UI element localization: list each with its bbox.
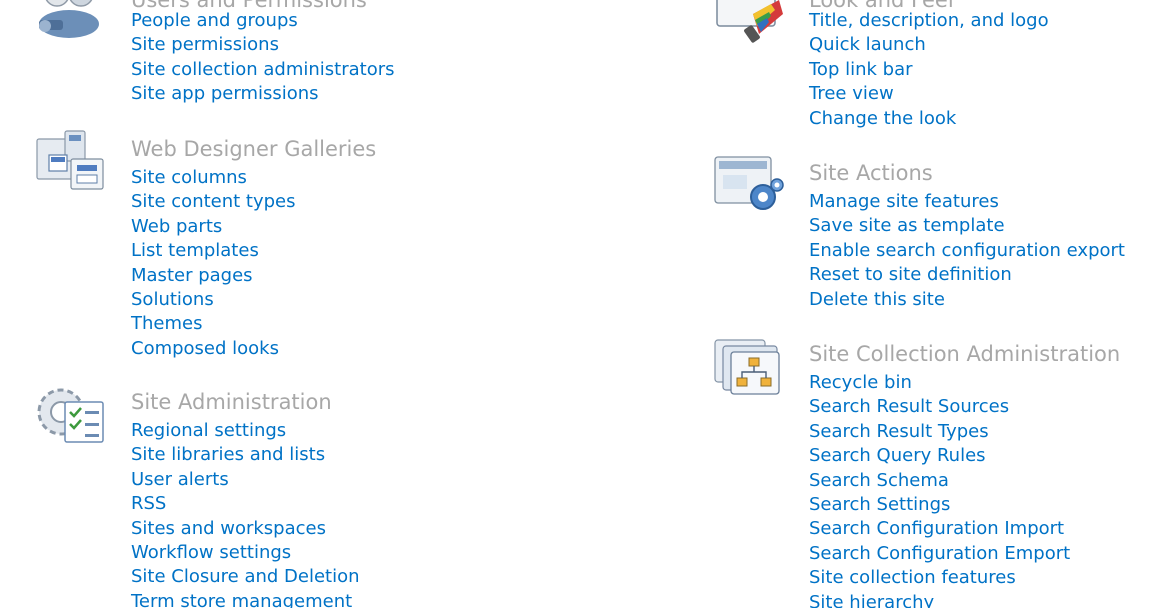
link-recycle-bin[interactable]: Recycle bin xyxy=(809,371,1070,395)
link-site-content-types[interactable]: Site content types xyxy=(131,190,296,214)
link-reset-to-site-definition[interactable]: Reset to site definition xyxy=(809,263,1125,287)
link-tree-view[interactable]: Tree view xyxy=(809,82,1049,106)
link-change-the-look[interactable]: Change the look xyxy=(809,107,1049,131)
look-and-feel-icon xyxy=(713,0,785,44)
users-permissions-links: People and groups Site permissions Site … xyxy=(131,9,394,107)
site-actions-links: Manage site features Save site as templa… xyxy=(809,190,1125,312)
link-search-result-types[interactable]: Search Result Types xyxy=(809,420,1070,444)
link-site-hierarchy[interactable]: Site hierarchy xyxy=(809,591,1070,608)
section-site-actions: Site Actions Manage site features Save s… xyxy=(713,153,1153,323)
link-workflow-settings[interactable]: Workflow settings xyxy=(131,541,360,565)
link-sites-and-workspaces[interactable]: Sites and workspaces xyxy=(131,517,360,541)
link-search-query-rules[interactable]: Search Query Rules xyxy=(809,444,1070,468)
section-title: Site Actions xyxy=(809,161,933,185)
site-administration-icon xyxy=(35,382,107,446)
section-title: Site Collection Administration xyxy=(809,342,1121,366)
link-site-collection-administrators[interactable]: Site collection administrators xyxy=(131,58,394,82)
site-actions-icon xyxy=(713,153,785,217)
link-master-pages[interactable]: Master pages xyxy=(131,264,296,288)
link-site-closure-and-deletion[interactable]: Site Closure and Deletion xyxy=(131,565,360,589)
link-search-configuration-emport[interactable]: Search Configuration Emport xyxy=(809,542,1070,566)
web-designer-galleries-icon xyxy=(35,129,107,193)
link-site-app-permissions[interactable]: Site app permissions xyxy=(131,82,394,106)
site-administration-links: Regional settings Site libraries and lis… xyxy=(131,419,360,608)
section-users-permissions: Users and Permissions People and groups … xyxy=(35,0,455,120)
section-look-and-feel: Look and Feel Title, description, and lo… xyxy=(713,0,1143,140)
link-manage-site-features[interactable]: Manage site features xyxy=(809,190,1125,214)
users-permissions-icon xyxy=(35,0,107,44)
link-title-description-logo[interactable]: Title, description, and logo xyxy=(809,9,1049,33)
look-and-feel-links: Title, description, and logo Quick launc… xyxy=(809,9,1049,131)
link-solutions[interactable]: Solutions xyxy=(131,288,296,312)
link-people-and-groups[interactable]: People and groups xyxy=(131,9,394,33)
link-search-result-sources[interactable]: Search Result Sources xyxy=(809,395,1070,419)
link-site-collection-features[interactable]: Site collection features xyxy=(809,566,1070,590)
link-top-link-bar[interactable]: Top link bar xyxy=(809,58,1049,82)
web-designer-galleries-links: Site columns Site content types Web part… xyxy=(131,166,296,361)
section-title: Site Administration xyxy=(131,390,332,414)
link-web-parts[interactable]: Web parts xyxy=(131,215,296,239)
site-settings-page: Users and Permissions People and groups … xyxy=(0,0,1159,608)
link-term-store-management[interactable]: Term store management xyxy=(131,590,360,608)
link-site-libraries-and-lists[interactable]: Site libraries and lists xyxy=(131,443,360,467)
link-list-templates[interactable]: List templates xyxy=(131,239,296,263)
section-site-collection-administration: Site Collection Administration Recycle b… xyxy=(713,334,1153,608)
section-site-administration: Site Administration Regional settings Si… xyxy=(35,382,455,608)
link-composed-looks[interactable]: Composed looks xyxy=(131,337,296,361)
link-search-configuration-import[interactable]: Search Configuration Import xyxy=(809,517,1070,541)
link-themes[interactable]: Themes xyxy=(131,312,296,336)
link-quick-launch[interactable]: Quick launch xyxy=(809,33,1049,57)
link-rss[interactable]: RSS xyxy=(131,492,360,516)
site-collection-administration-links: Recycle bin Search Result Sources Search… xyxy=(809,371,1070,608)
link-user-alerts[interactable]: User alerts xyxy=(131,468,360,492)
link-delete-this-site[interactable]: Delete this site xyxy=(809,288,1125,312)
section-title: Web Designer Galleries xyxy=(131,137,377,161)
link-enable-search-config-export[interactable]: Enable search configuration export xyxy=(809,239,1125,263)
link-site-columns[interactable]: Site columns xyxy=(131,166,296,190)
section-web-designer-galleries: Web Designer Galleries Site columns Site… xyxy=(35,129,455,369)
link-search-schema[interactable]: Search Schema xyxy=(809,469,1070,493)
link-search-settings[interactable]: Search Settings xyxy=(809,493,1070,517)
site-collection-administration-icon xyxy=(713,334,785,398)
link-save-site-as-template[interactable]: Save site as template xyxy=(809,214,1125,238)
link-site-permissions[interactable]: Site permissions xyxy=(131,33,394,57)
link-regional-settings[interactable]: Regional settings xyxy=(131,419,360,443)
